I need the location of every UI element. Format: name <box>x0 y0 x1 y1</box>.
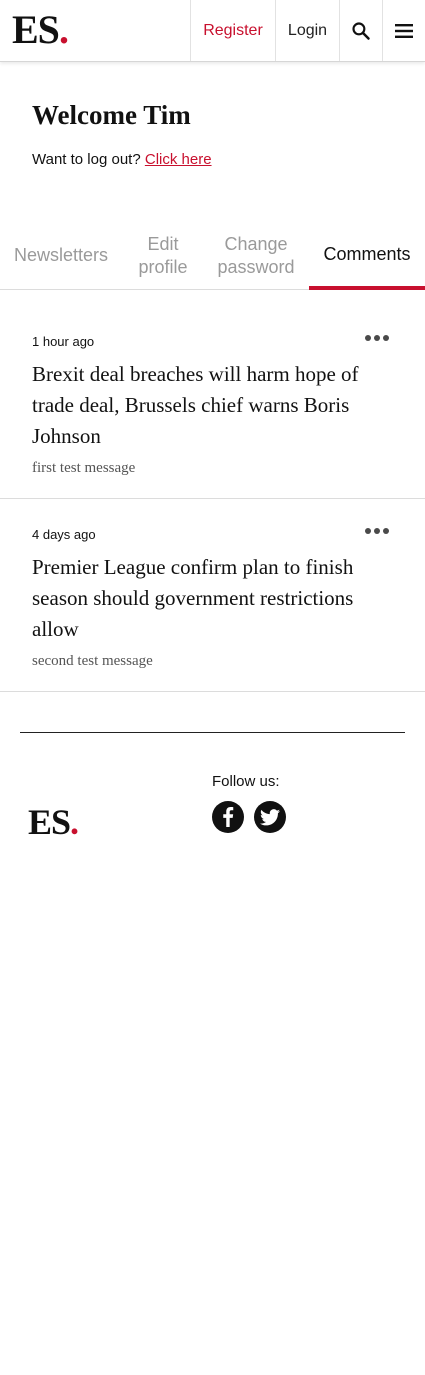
search-button[interactable] <box>340 0 382 61</box>
dot-icon <box>365 528 371 534</box>
twitter-link[interactable] <box>254 801 286 833</box>
comment-item: 4 days ago Premier League confirm plan t… <box>0 499 425 692</box>
comment-article-title[interactable]: Premier League confirm plan to finish se… <box>32 552 392 645</box>
dot-icon <box>365 335 371 341</box>
facebook-link[interactable] <box>212 801 244 833</box>
site-logo[interactable]: ES. <box>12 7 69 52</box>
logo-text: ES <box>28 802 71 842</box>
comment-message: second test message <box>32 653 153 669</box>
comment-timestamp: 1 hour ago <box>32 334 95 349</box>
dot-icon <box>374 335 380 341</box>
logout-prompt: Want to log out? Click here <box>32 151 212 168</box>
logout-prompt-text: Want to log out? <box>32 151 141 168</box>
comment-options-button[interactable] <box>365 526 389 536</box>
dot-icon <box>374 528 380 534</box>
comment-timestamp: 4 days ago <box>32 527 96 542</box>
footer-logo[interactable]: ES. <box>28 802 79 842</box>
logo-text: ES <box>12 7 60 52</box>
menu-button[interactable] <box>383 0 425 61</box>
dot-icon <box>383 335 389 341</box>
welcome-heading: Welcome Tim <box>32 100 191 130</box>
register-button[interactable]: Register <box>191 0 275 61</box>
site-header: ES. Register Login <box>0 0 425 62</box>
hamburger-menu-icon <box>395 23 413 38</box>
twitter-icon <box>260 808 280 825</box>
dot-icon <box>383 528 389 534</box>
tab-newsletters[interactable]: Newsletters <box>0 222 122 289</box>
comment-message: first test message <box>32 460 136 476</box>
tab-comments[interactable]: Comments <box>309 222 425 290</box>
comment-article-title[interactable]: Brexit deal breaches will harm hope of t… <box>32 359 392 452</box>
account-tabs: Newsletters Edit profile Change password… <box>0 222 425 290</box>
comment-item: 1 hour ago Brexit deal breaches will har… <box>0 290 425 499</box>
logo-dot: . <box>70 802 79 842</box>
logout-link[interactable]: Click here <box>145 151 212 168</box>
login-button[interactable]: Login <box>276 0 339 61</box>
comment-options-button[interactable] <box>365 333 389 343</box>
search-icon <box>352 21 370 40</box>
follow-us-label: Follow us: <box>212 773 280 790</box>
logo-dot: . <box>58 7 69 52</box>
facebook-icon <box>223 807 234 827</box>
tab-change-password[interactable]: Change password <box>204 222 308 289</box>
tab-edit-profile[interactable]: Edit profile <box>122 222 204 289</box>
footer-divider <box>20 732 405 733</box>
